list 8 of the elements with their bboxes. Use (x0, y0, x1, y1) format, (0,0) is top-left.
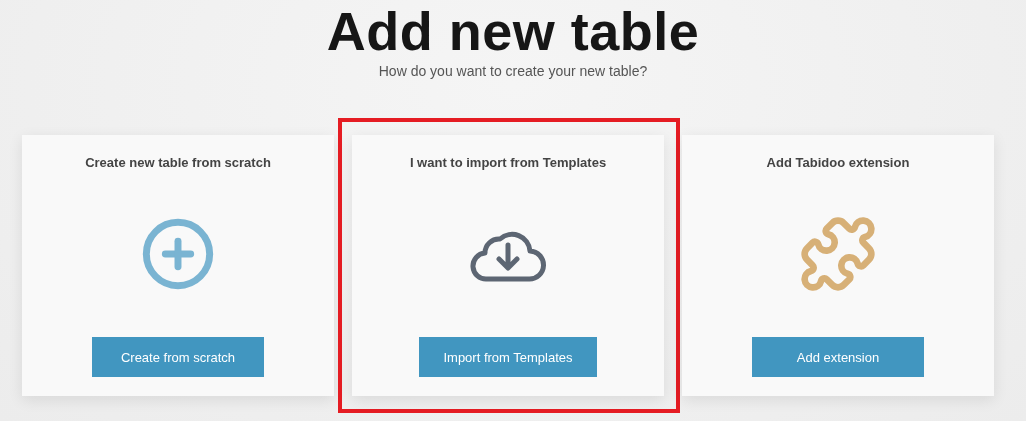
page-title: Add new table (326, 0, 700, 61)
card-heading: Add Tabidoo extension (766, 155, 910, 171)
action-button[interactable]: Add extension (752, 337, 924, 377)
card-heading: I want to import from Templates (409, 155, 607, 171)
action-button[interactable]: Create from scratch (92, 337, 264, 377)
action-button[interactable]: Import from Templates (419, 337, 597, 377)
page-subtitle: How do you want to create your new table? (378, 62, 648, 80)
card-heading: Create new table from scratch (85, 155, 271, 171)
